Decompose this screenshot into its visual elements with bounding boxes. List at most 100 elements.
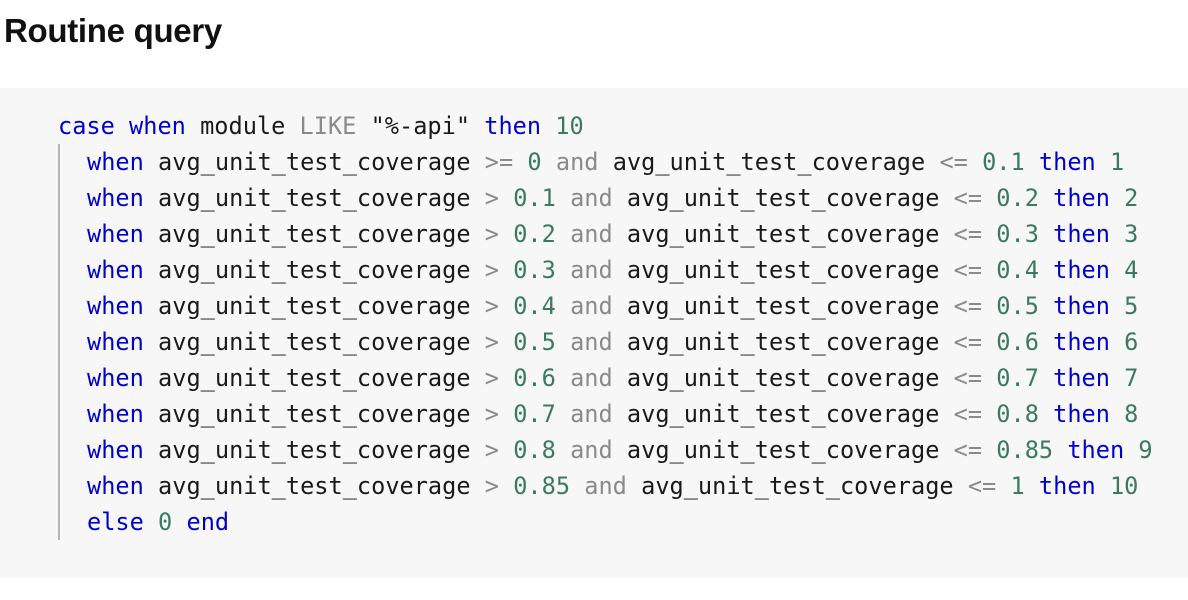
code-operator: <= (967, 472, 997, 500)
code-keyword: when (87, 436, 144, 464)
code-keyword: when (129, 112, 186, 140)
code-line: case when module LIKE "%-api" then 10 (58, 108, 1153, 144)
code-operator: and (570, 436, 613, 464)
code-number: 0.1 (513, 184, 556, 212)
code-operator: and (570, 220, 613, 248)
code-line: else 0 end (58, 504, 1153, 540)
code-operator: > (484, 256, 499, 284)
code-operator: LIKE (299, 112, 357, 140)
code-operator: > (484, 220, 499, 248)
code-operator: >= (484, 148, 514, 176)
code-keyword: then (484, 112, 542, 140)
code-operator: <= (953, 256, 983, 284)
code-keyword: when (87, 220, 144, 248)
code-line: when avg_unit_test_coverage > 0.85 and a… (58, 468, 1153, 504)
code-string: "%-api" (370, 112, 471, 140)
code-number: 0.6 (513, 364, 556, 392)
code-number: 0.85 (513, 472, 571, 500)
code-keyword: then (1053, 292, 1110, 320)
code-operator: and (555, 148, 599, 176)
code-identifier: avg_unit_test_coverage (626, 184, 940, 212)
code-operator: and (570, 292, 613, 320)
code-number: 0.6 (996, 328, 1039, 356)
code-number: 0.85 (996, 436, 1054, 464)
code-operator: and (570, 364, 613, 392)
code-number: 7 (1124, 364, 1139, 392)
code-operator: <= (939, 148, 968, 176)
code-identifier: avg_unit_test_coverage (158, 436, 471, 464)
code-operator: > (484, 328, 499, 356)
code-keyword: then (1038, 472, 1096, 500)
code-operator: and (584, 472, 627, 500)
code-number: 0 (158, 508, 173, 536)
code-number: 0.4 (513, 292, 556, 320)
code-keyword: when (87, 472, 144, 500)
code-operator: <= (953, 400, 983, 428)
code-number: 0.8 (513, 436, 556, 464)
code-line: when avg_unit_test_coverage > 0.3 and av… (58, 252, 1153, 288)
code-operator: and (570, 400, 613, 428)
code-identifier: avg_unit_test_coverage (612, 148, 926, 176)
code-identifier: avg_unit_test_coverage (158, 328, 471, 356)
code-block[interactable]: case when module LIKE "%-api" then 10 whe… (0, 88, 1188, 578)
code-number: 10 (555, 112, 584, 140)
code-operator: > (484, 400, 499, 428)
code-operator: > (484, 184, 499, 212)
code-number: 5 (1124, 292, 1139, 320)
code-number: 6 (1124, 328, 1139, 356)
code-keyword: then (1053, 400, 1110, 428)
code-number: 9 (1138, 436, 1153, 464)
code-operator: <= (953, 436, 983, 464)
code-number: 0.2 (513, 220, 556, 248)
code-identifier: avg_unit_test_coverage (158, 400, 471, 428)
code-number: 3 (1124, 220, 1139, 248)
code-keyword: then (1038, 148, 1096, 176)
code-number: 1 (1010, 472, 1025, 500)
